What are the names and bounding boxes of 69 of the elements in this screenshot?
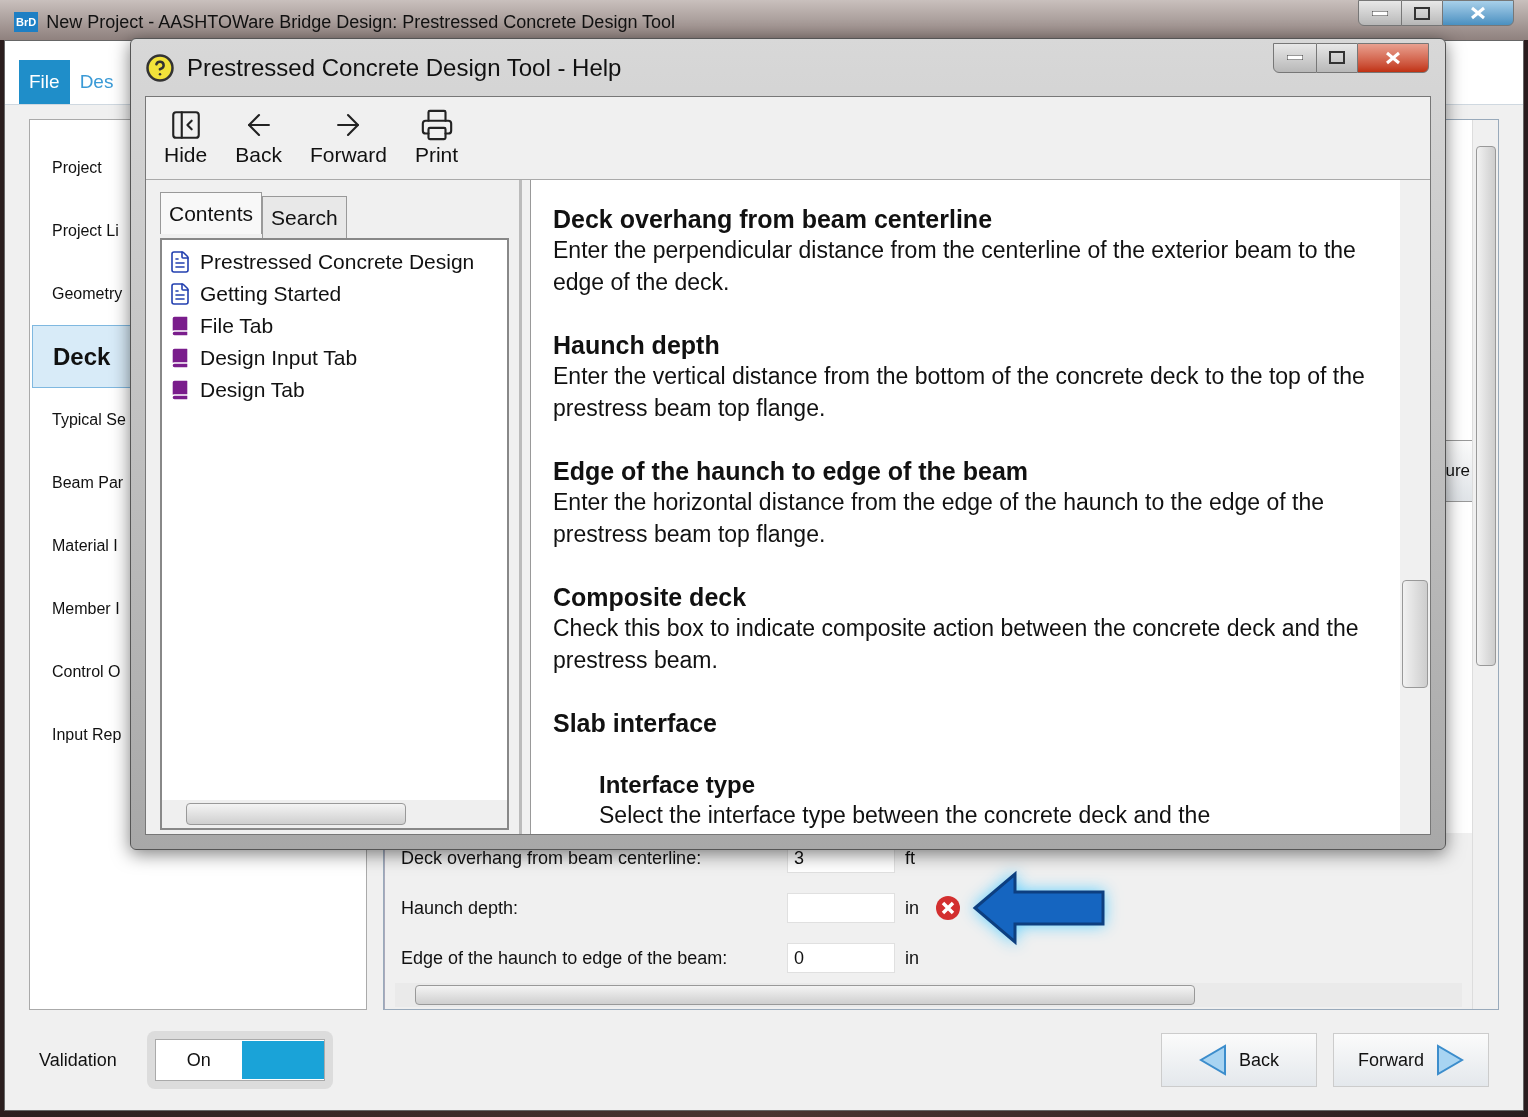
printer-icon <box>419 108 454 142</box>
topic-heading: Edge of the haunch to edge of the beam <box>553 456 1030 486</box>
vertical-scrollbar[interactable] <box>1400 180 1430 834</box>
close-button[interactable] <box>1357 42 1429 73</box>
validation-toggle[interactable]: On <box>154 1039 325 1081</box>
help-icon <box>145 52 175 83</box>
input-field[interactable] <box>787 893 895 923</box>
topic-subheading: Interface type <box>599 770 757 800</box>
pane-tab[interactable]: Contents <box>160 192 263 234</box>
sidebar-item[interactable]: Typical Se <box>32 388 126 451</box>
close-icon <box>1385 50 1401 65</box>
app-logo: BrD <box>14 12 39 32</box>
validation-label: Validation <box>39 1048 117 1072</box>
minimize-button[interactable] <box>1273 42 1317 73</box>
topic-text: Enter the horizontal distance from the edge of the haunch to the edge of the prestress beam top flange. <box>553 488 1326 549</box>
vertical-scrollbar[interactable] <box>1472 120 1498 1009</box>
field-label: Deck overhang from beam centerline: <box>401 846 703 870</box>
window-title: Prestressed Concrete Design Tool - Help <box>187 52 622 83</box>
page-icon <box>168 282 192 306</box>
input-field[interactable]: 0 <box>787 943 895 973</box>
minimize-icon <box>1372 10 1388 16</box>
topic-text: Enter the vertical distance from the bottom of the concrete deck to the top of the prestress beam top flange. <box>553 362 1366 423</box>
ribbon-tab[interactable]: File <box>19 60 70 104</box>
topic-heading: Deck overhang from beam centerline <box>553 204 994 234</box>
topic-text: Select the interface type between the concrete deck and the <box>599 801 1212 830</box>
sidebar-item[interactable]: Project Li <box>32 199 119 262</box>
maximize-button[interactable] <box>1317 42 1357 73</box>
sidebar-item[interactable]: Material I <box>32 514 118 577</box>
topic-heading: Haunch depth <box>553 330 721 360</box>
topic-text: Enter the perpendicular distance from the centerline of the exterior beam to the edge of the deck. <box>553 236 1357 297</box>
toolbar-button[interactable]: Print <box>412 108 461 168</box>
left-triangle-icon <box>1199 1044 1227 1076</box>
unit-label: in <box>905 946 920 970</box>
sidebar-item[interactable]: Project <box>32 136 102 199</box>
toolbar-button[interactable]: Back <box>233 108 284 168</box>
page-icon <box>168 250 192 274</box>
topic-heading: Composite deck <box>553 582 748 612</box>
sidebar-item[interactable]: Control O <box>32 640 121 703</box>
field-label: Edge of the haunch to edge of the beam: <box>401 946 729 970</box>
sidebar-item[interactable]: Deck <box>32 325 132 388</box>
pane-tab[interactable]: Search <box>262 196 347 238</box>
close-button[interactable] <box>1442 0 1514 26</box>
back-button[interactable]: Back <box>1161 1033 1317 1087</box>
tree-item[interactable]: Getting Started <box>168 278 507 310</box>
close-icon <box>1470 6 1486 20</box>
toolbar-button[interactable]: Forward <box>307 108 389 168</box>
maximize-icon <box>1414 6 1430 20</box>
minimize-button[interactable] <box>1358 0 1402 26</box>
topic-heading: Slab interface <box>553 708 718 738</box>
unit-label: ft <box>905 846 916 870</box>
partial-button[interactable]: ure <box>1444 440 1472 502</box>
field-label: Haunch depth: <box>401 896 520 920</box>
tree-item[interactable]: File Tab <box>168 310 507 342</box>
right-triangle-icon <box>1436 1044 1464 1076</box>
minimize-icon <box>1287 55 1303 60</box>
sidebar-item[interactable]: Input Rep <box>32 703 122 766</box>
sidebar-item[interactable]: Beam Par <box>32 451 124 514</box>
forward-button[interactable]: Forward <box>1333 1033 1489 1087</box>
topic-text: Check this box to indicate composite action between the concrete deck and the prestress beam. <box>553 614 1360 675</box>
maximize-icon <box>1329 51 1345 64</box>
tree-item[interactable]: Design Input Tab <box>168 342 507 374</box>
unit-label: in <box>905 896 920 920</box>
tree-item[interactable]: Prestressed Concrete Design <box>168 246 507 278</box>
toolbar-button[interactable]: Hide <box>162 108 210 168</box>
sidebar-item[interactable]: Member I <box>32 577 120 640</box>
maximize-button[interactable] <box>1402 0 1442 26</box>
tree-item[interactable]: Design Tab <box>168 374 507 406</box>
window-title: New Project - AASHTOWare Bridge Design: Prestressed Concrete Design Tool <box>46 12 676 32</box>
sidebar-item[interactable]: Geometry <box>32 262 123 325</box>
